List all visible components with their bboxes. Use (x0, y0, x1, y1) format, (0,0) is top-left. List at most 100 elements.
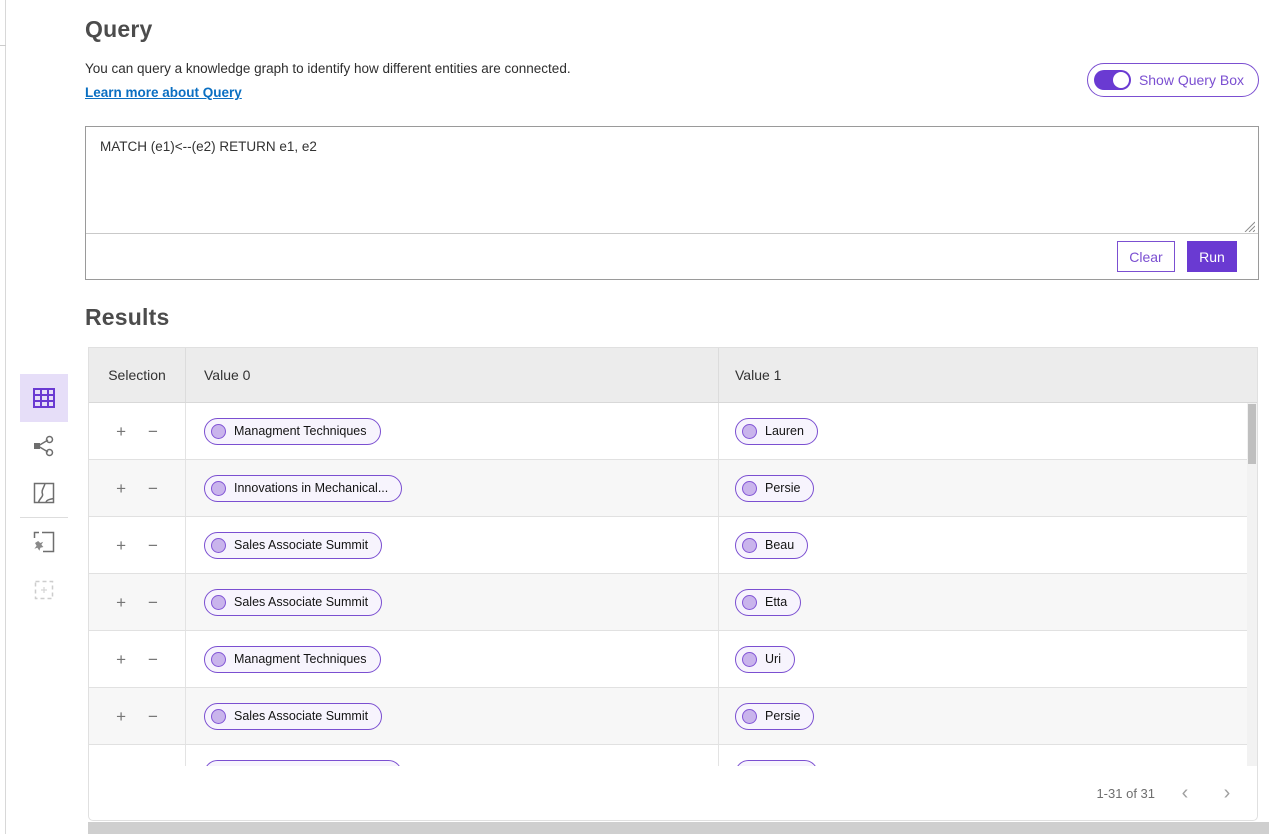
entity-chip-label: Persie (765, 481, 800, 495)
add-to-selection-button[interactable]: + (114, 423, 128, 440)
panel-divider-tick (0, 45, 6, 46)
row-selection-cell: + − (89, 574, 186, 630)
entity-chip-label: Managment Techniques (234, 424, 367, 438)
page-description: You can query a knowledge graph to ident… (85, 61, 571, 76)
entity-chip[interactable]: Persie (735, 703, 814, 730)
entity-dot-icon (742, 424, 757, 439)
toggle-switch-icon[interactable] (1094, 70, 1131, 90)
row-value0-cell: Innovations in Mechanical... (186, 460, 719, 516)
add-to-selection-button[interactable]: + (114, 537, 128, 554)
table-row: + − Sales Associate Summit Persie (89, 688, 1257, 745)
query-panel: MATCH (e1)<--(e2) RETURN e1, e2 Clear Ru… (85, 126, 1259, 280)
entity-dot-icon (742, 481, 757, 496)
remove-from-selection-button[interactable]: − (146, 765, 160, 767)
entity-chip[interactable]: Sales Associate Summit (204, 532, 382, 559)
entity-dot-icon (211, 709, 226, 724)
results-rows: + − Managment Techniques Lauren + − Inno… (89, 403, 1257, 766)
entity-chip[interactable]: Sales Associate Summit (204, 703, 382, 730)
add-to-selection-button[interactable]: + (114, 480, 128, 497)
next-page-icon[interactable]: › (1215, 783, 1239, 803)
entity-dot-icon (211, 424, 226, 439)
entity-chip-label: Sales Associate Summit (234, 709, 368, 723)
pagination-range: 1-31 of 31 (1096, 786, 1155, 801)
row-selection-cell: + − (89, 460, 186, 516)
table-row: + − Managment Techniques Uri (89, 631, 1257, 688)
entity-dot-icon (211, 481, 226, 496)
entity-chip[interactable]: Lauren (735, 760, 818, 767)
entity-dot-icon (742, 652, 757, 667)
placeholder-icon (34, 580, 54, 600)
add-to-selection-button[interactable]: + (114, 708, 128, 725)
table-row: + − Managment Techniques Lauren (89, 403, 1257, 460)
row-value1-cell: Lauren (719, 745, 1257, 766)
learn-more-link[interactable]: Learn more about Query (85, 85, 242, 100)
entity-dot-icon (742, 538, 757, 553)
clear-button[interactable]: Clear (1117, 241, 1175, 272)
row-selection-cell: + − (89, 688, 186, 744)
entity-dot-icon (211, 652, 226, 667)
row-value1-cell: Persie (719, 688, 1257, 744)
row-selection-cell: + − (89, 517, 186, 573)
entity-chip[interactable]: Innovations in Mechanical... (204, 475, 402, 502)
entity-chip-label: Uri (765, 652, 781, 666)
resize-handle-icon[interactable] (1243, 220, 1255, 232)
query-input[interactable]: MATCH (e1)<--(e2) RETURN e1, e2 (86, 127, 1258, 233)
results-title: Results (85, 304, 169, 331)
entity-chip[interactable]: Etta (735, 589, 801, 616)
entity-dot-icon (211, 538, 226, 553)
entity-chip-label: Innovations in Mechanical... (234, 481, 388, 495)
entity-chip[interactable]: Lauren (735, 418, 818, 445)
row-value1-cell: Etta (719, 574, 1257, 630)
row-value0-cell: Managment Techniques (186, 631, 719, 687)
entity-dot-icon (742, 766, 757, 767)
row-selection-cell: + − (89, 745, 186, 766)
add-to-selection-button[interactable]: + (114, 651, 128, 668)
entity-chip[interactable]: Managment Techniques (204, 418, 381, 445)
entity-chip[interactable]: Sales Associate Summit (204, 589, 382, 616)
row-value0-cell: Sales Associate Summit (186, 517, 719, 573)
entity-chip[interactable]: Managment Techniques (204, 646, 381, 673)
add-to-selection-button[interactable]: + (114, 765, 128, 767)
row-value1-cell: Uri (719, 631, 1257, 687)
previous-page-icon[interactable]: ‹ (1173, 783, 1197, 803)
remove-from-selection-button[interactable]: − (146, 651, 160, 668)
show-query-box-toggle[interactable]: Show Query Box (1087, 63, 1259, 97)
table-row: + − Sales Associate Summit Beau (89, 517, 1257, 574)
table-scrollbar[interactable] (1247, 403, 1257, 766)
page-title: Query (85, 16, 152, 43)
entity-dot-icon (211, 766, 226, 767)
remove-from-selection-button[interactable]: − (146, 480, 160, 497)
sidebar-divider (20, 517, 68, 518)
map-icon (33, 482, 55, 504)
sidebar-item-link-chart-view[interactable] (20, 432, 68, 460)
row-value1-cell: Lauren (719, 403, 1257, 459)
run-button[interactable]: Run (1187, 241, 1237, 272)
sidebar-item-placeholder-view (20, 576, 68, 604)
sidebar-item-map-view[interactable] (20, 479, 68, 507)
scrollbar-thumb[interactable] (1248, 404, 1256, 464)
add-to-selection-button[interactable]: + (114, 594, 128, 611)
entity-chip[interactable]: Uri (735, 646, 795, 673)
remove-from-selection-button[interactable]: − (146, 594, 160, 611)
query-actions-bar: Clear Run (86, 233, 1258, 279)
entity-chip[interactable]: Persie (735, 475, 814, 502)
row-value0-cell: Managment Techniques (186, 403, 719, 459)
entity-chip-label: Managment Techniques (234, 652, 367, 666)
entity-chip[interactable]: Beau (735, 532, 808, 559)
column-header-value1: Value 1 (719, 348, 1257, 402)
table-row: + − Innovations in Mechanical... Persie (89, 460, 1257, 517)
row-value0-cell: Sales Associate Summit (186, 688, 719, 744)
remove-from-selection-button[interactable]: − (146, 423, 160, 440)
column-header-value0: Value 0 (186, 348, 719, 402)
entity-dot-icon (742, 595, 757, 610)
column-header-selection: Selection (89, 348, 186, 402)
remove-from-selection-button[interactable]: − (146, 537, 160, 554)
table-row: + − Sales Associate Summit Etta (89, 574, 1257, 631)
query-page: Query You can query a knowledge graph to… (0, 0, 1269, 834)
remove-from-selection-button[interactable]: − (146, 708, 160, 725)
sidebar-item-new-map-view[interactable] (20, 528, 68, 556)
row-value0-cell: Innovations in Mechanical... (186, 745, 719, 766)
table-header-row: Selection Value 0 Value 1 (89, 348, 1257, 403)
entity-chip[interactable]: Innovations in Mechanical... (204, 760, 402, 767)
sidebar-item-table-view[interactable] (20, 374, 68, 422)
